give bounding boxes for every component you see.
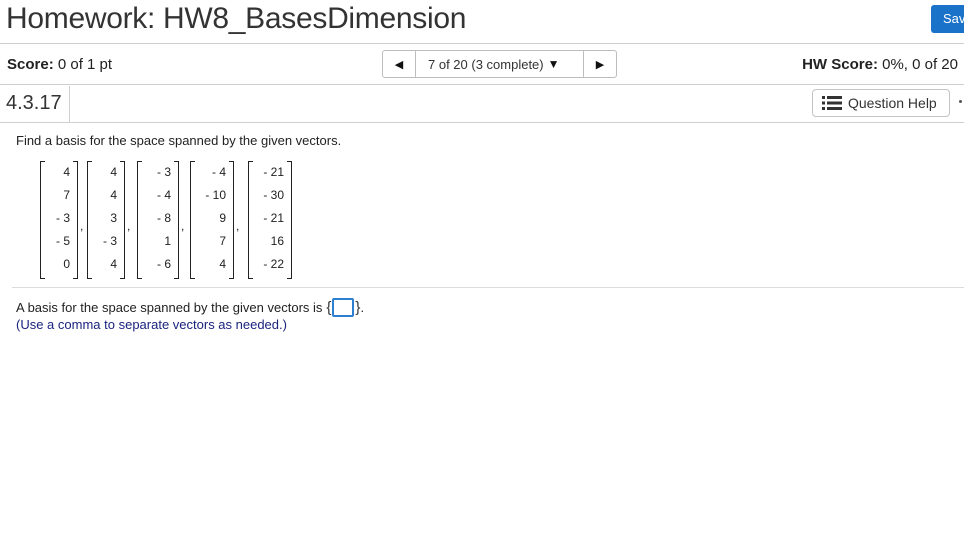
vector-cell: - 6 xyxy=(156,257,171,271)
answer-braces: { } xyxy=(326,298,360,317)
triangle-left-icon: ◀ xyxy=(394,58,404,71)
vector-cell: 16 xyxy=(270,234,284,248)
previous-question-button[interactable]: ◀ xyxy=(382,50,416,78)
vector-separator: , xyxy=(181,219,185,233)
hw-score-value: 0%, 0 of 20 xyxy=(882,56,958,73)
vector-cell: 4 xyxy=(110,188,117,202)
vector-separator: , xyxy=(127,219,131,233)
vector-cell: - 22 xyxy=(263,257,284,271)
vector-3: - 3 - 4 - 8 1 - 6 xyxy=(137,161,179,279)
vector-4: - 4 - 10 9 7 4 xyxy=(190,161,234,279)
question-help-button[interactable]: Question Help xyxy=(812,89,950,117)
question-navigator: ◀ 7 of 20 (3 complete) ▼ ▶ xyxy=(382,50,617,78)
vector-cell: - 3 xyxy=(156,165,171,179)
vector-cell: 0 xyxy=(63,257,70,271)
vector-cell: - 4 xyxy=(211,165,226,179)
vector-cell: 7 xyxy=(219,234,226,248)
vector-cell: 7 xyxy=(63,188,70,202)
vector-cell: 9 xyxy=(219,211,226,225)
vector-cell: 4 xyxy=(63,165,70,179)
save-button[interactable]: Save xyxy=(931,5,964,33)
answer-row: A basis for the space spanned by the giv… xyxy=(16,298,364,317)
triangle-down-icon: ▼ xyxy=(547,57,560,71)
hw-score: HW Score: 0%, 0 of 20 xyxy=(802,56,958,73)
vector-separator: , xyxy=(80,219,84,233)
vector-5: - 21 - 30 - 21 16 - 22 xyxy=(248,161,292,279)
vector-cell: 4 xyxy=(110,257,117,271)
vector-cell: - 21 xyxy=(263,165,284,179)
vector-cell: 4 xyxy=(110,165,117,179)
question-divider xyxy=(0,122,964,123)
question-help-label: Question Help xyxy=(848,95,937,111)
question-position: 7 of 20 (3 complete) xyxy=(428,56,544,72)
vector-cell: - 21 xyxy=(263,211,284,225)
triangle-right-icon: ▶ xyxy=(595,58,605,71)
answer-prompt: A basis for the space spanned by the giv… xyxy=(16,300,323,315)
more-options-icon[interactable] xyxy=(959,100,962,103)
page-title: Homework: HW8_BasesDimension xyxy=(6,2,467,35)
next-question-button[interactable]: ▶ xyxy=(583,50,617,78)
vector-cell: - 30 xyxy=(263,188,284,202)
vector-1: 4 7 - 3 - 5 0 xyxy=(40,161,78,279)
vector-cell: 3 xyxy=(110,211,117,225)
score-divider xyxy=(0,84,964,85)
left-brace-icon: { xyxy=(326,299,332,316)
vector-2: 4 4 3 - 3 4 xyxy=(87,161,125,279)
vector-separator: , xyxy=(236,219,240,233)
list-menu-icon xyxy=(822,96,842,110)
vector-cell: 4 xyxy=(219,257,226,271)
vector-cell: 1 xyxy=(164,234,171,248)
score-label: Score: xyxy=(7,56,54,73)
question-prompt: Find a basis for the space spanned by th… xyxy=(16,133,342,148)
header-divider xyxy=(0,43,964,44)
score-value: 0 of 1 pt xyxy=(57,56,113,73)
vector-cell: - 3 xyxy=(55,211,70,225)
answer-divider xyxy=(12,287,964,288)
vector-cell: - 4 xyxy=(156,188,171,202)
vector-cell: - 3 xyxy=(102,234,117,248)
question-selector-dropdown[interactable]: 7 of 20 (3 complete) ▼ xyxy=(416,50,583,78)
score: Score: 0 of 1 pt xyxy=(7,56,112,73)
vector-cell: - 10 xyxy=(205,188,226,202)
answer-input[interactable] xyxy=(332,298,355,317)
vector-cell: - 8 xyxy=(156,211,171,225)
vector-cell: - 5 xyxy=(55,234,70,248)
answer-period: . xyxy=(360,300,365,315)
hw-score-label: HW Score: xyxy=(802,56,878,73)
question-number: 4.3.17 xyxy=(0,86,70,122)
answer-instruction: (Use a comma to separate vectors as need… xyxy=(16,317,287,332)
